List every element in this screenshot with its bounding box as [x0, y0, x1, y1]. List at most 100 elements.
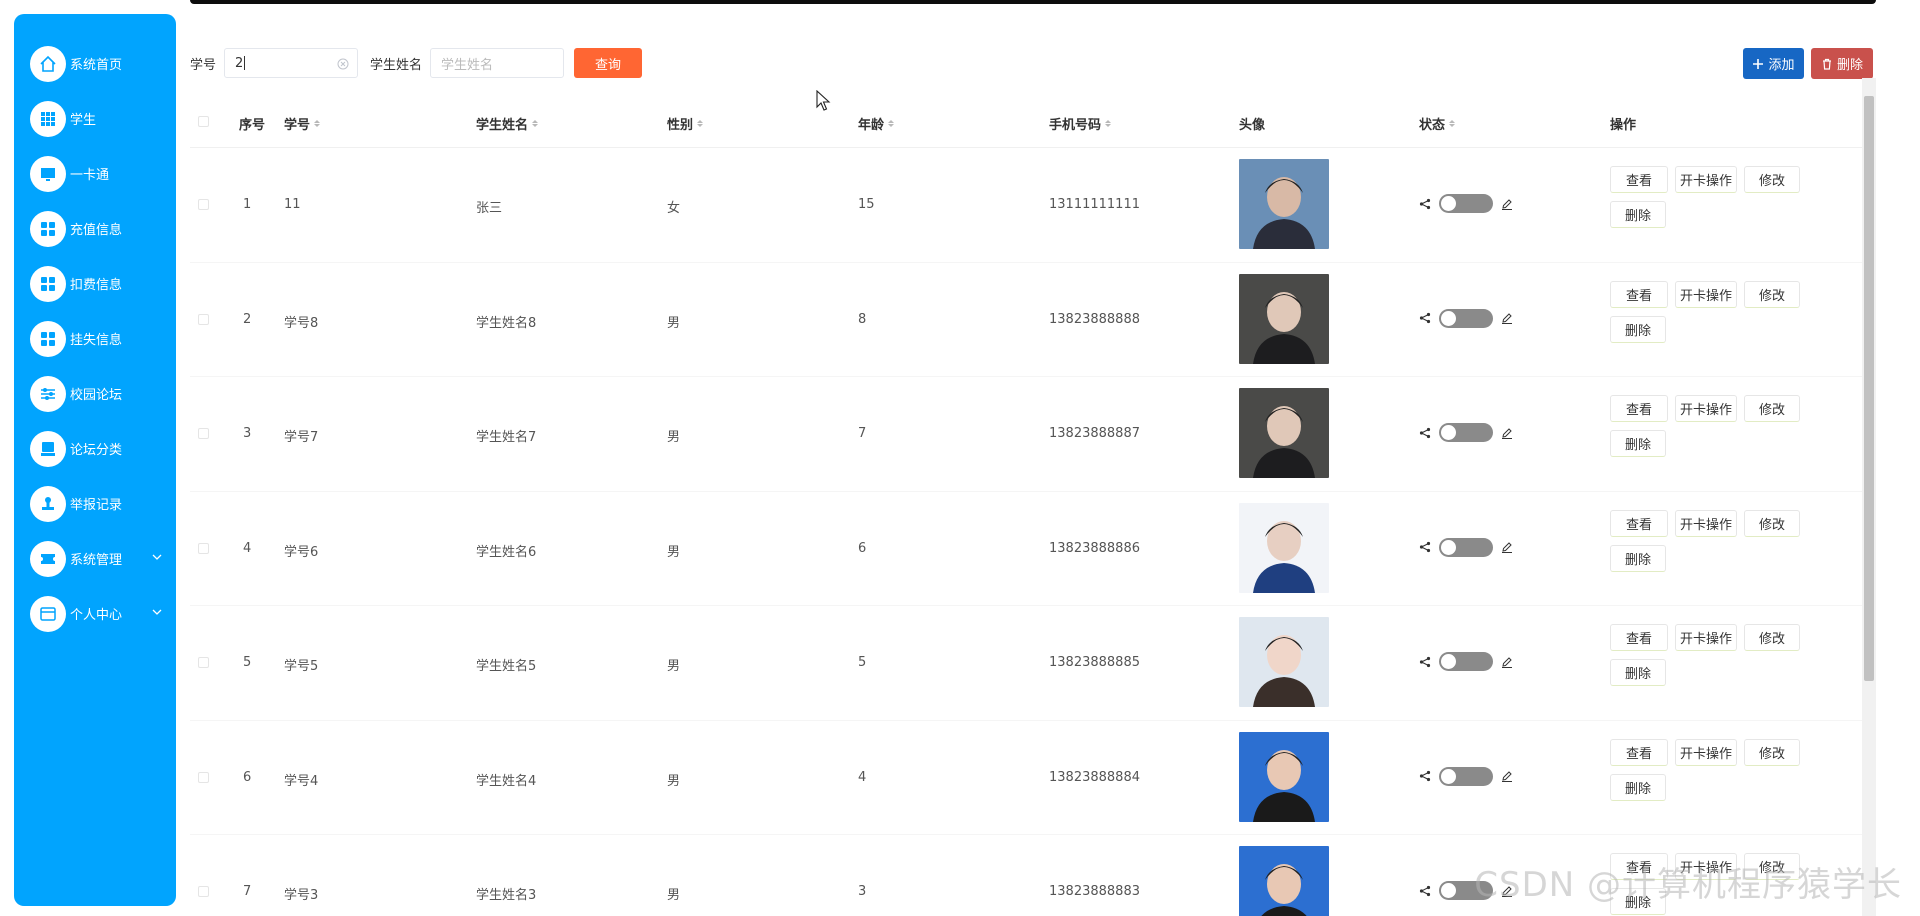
student-id-input[interactable]: 2	[224, 48, 359, 78]
status-toggle[interactable]	[1439, 766, 1493, 786]
cell-gender: 男	[667, 659, 681, 674]
view-button[interactable]: 查看	[1610, 509, 1668, 537]
screen-icon	[30, 430, 66, 467]
status-control	[1419, 308, 1513, 328]
cell-age: 8	[858, 311, 867, 327]
avatar[interactable]	[1239, 846, 1329, 916]
avatar[interactable]	[1239, 731, 1329, 822]
header-actions: 操作	[1610, 118, 1637, 133]
row-checkbox[interactable]	[198, 542, 209, 554]
sidebar-item-system[interactable]: 系统管理	[14, 531, 176, 586]
avatar[interactable]	[1239, 273, 1329, 364]
sidebar-item-label: 个人中心	[70, 608, 123, 623]
share-icon[interactable]	[1419, 198, 1431, 210]
row-checkbox[interactable]	[198, 313, 209, 325]
sidebar-item-label: 挂失信息	[70, 333, 123, 348]
student-name-input[interactable]: 学生姓名	[430, 48, 565, 78]
cell-phone: 13823888884	[1049, 769, 1140, 785]
edit-button[interactable]: 修改	[1744, 280, 1800, 308]
edit-icon[interactable]	[1501, 312, 1513, 324]
header-phone[interactable]: 手机号码	[1049, 114, 1112, 133]
batch-delete-button[interactable]: 删除	[1811, 48, 1873, 79]
edit-button[interactable]: 修改	[1744, 624, 1800, 651]
edit-icon[interactable]	[1501, 541, 1513, 553]
edit-button[interactable]: 修改	[1744, 395, 1800, 422]
status-toggle[interactable]	[1439, 308, 1493, 328]
edit-icon[interactable]	[1501, 656, 1513, 668]
row-checkbox[interactable]	[198, 657, 209, 668]
open-card-button[interactable]: 开卡操作	[1675, 624, 1737, 651]
delete-button[interactable]: 删除	[1610, 659, 1666, 686]
select-all-checkbox[interactable]	[198, 116, 209, 127]
share-icon[interactable]	[1419, 770, 1431, 782]
view-button[interactable]: 查看	[1610, 738, 1668, 766]
delete-button[interactable]: 删除	[1610, 430, 1666, 457]
header-status[interactable]: 状态	[1419, 114, 1456, 133]
open-card-button[interactable]: 开卡操作	[1675, 738, 1737, 766]
avatar[interactable]	[1239, 388, 1329, 478]
cell-student-id: 11	[284, 197, 301, 212]
delete-button[interactable]: 删除	[1610, 315, 1666, 343]
sidebar-item-loss-report[interactable]: 挂失信息	[14, 311, 176, 366]
table-row: 1 11 张三 女 15 13111111111 查看 开卡操作 修改 删除	[190, 148, 1874, 263]
cell-phone: 13823888888	[1049, 311, 1140, 327]
share-icon[interactable]	[1419, 312, 1431, 324]
sidebar-item-forum[interactable]: 校园论坛	[14, 366, 176, 421]
sidebar-item-profile[interactable]: 个人中心	[14, 586, 176, 641]
row-checkbox[interactable]	[198, 428, 209, 439]
sidebar-item-forum-category[interactable]: 论坛分类	[14, 421, 176, 476]
header-student-id[interactable]: 学号	[284, 114, 321, 133]
open-card-button[interactable]: 开卡操作	[1675, 395, 1737, 422]
edit-button[interactable]: 修改	[1744, 509, 1800, 537]
edit-icon[interactable]	[1501, 770, 1513, 782]
sidebar-item-report[interactable]: 举报记录	[14, 476, 176, 531]
view-button[interactable]: 查看	[1610, 395, 1668, 422]
delete-button-label: 删除	[1836, 58, 1863, 73]
header-age[interactable]: 年龄	[858, 114, 895, 133]
open-card-button[interactable]: 开卡操作	[1675, 166, 1737, 193]
share-icon[interactable]	[1419, 427, 1431, 439]
view-button[interactable]: 查看	[1610, 280, 1668, 308]
row-checkbox[interactable]	[198, 771, 209, 783]
clear-icon[interactable]	[337, 58, 349, 70]
open-card-button[interactable]: 开卡操作	[1675, 509, 1737, 537]
delete-button[interactable]: 删除	[1610, 544, 1666, 572]
header-gender[interactable]: 性别	[667, 114, 704, 133]
edit-button[interactable]: 修改	[1744, 166, 1800, 193]
add-button[interactable]: 添加	[1743, 48, 1804, 79]
open-card-button[interactable]: 开卡操作	[1675, 280, 1737, 308]
sidebar-item-recharge[interactable]: 充值信息	[14, 201, 176, 256]
sidebar-item-deduction[interactable]: 扣费信息	[14, 256, 176, 311]
edit-icon[interactable]	[1501, 427, 1513, 439]
mouse-cursor-icon	[816, 90, 831, 111]
row-checkbox[interactable]	[198, 886, 209, 897]
share-icon[interactable]	[1419, 656, 1431, 668]
status-toggle[interactable]	[1439, 423, 1493, 442]
sidebar-item-card[interactable]: 一卡通	[14, 146, 176, 201]
delete-button[interactable]: 删除	[1610, 201, 1666, 228]
view-button[interactable]: 查看	[1610, 166, 1668, 193]
cell-index: 5	[243, 655, 252, 670]
share-icon[interactable]	[1419, 885, 1431, 897]
scrollbar-thumb[interactable]	[1864, 96, 1874, 681]
sidebar-item-label: 一卡通	[70, 168, 110, 183]
status-toggle[interactable]	[1439, 537, 1493, 557]
avatar[interactable]	[1239, 502, 1329, 593]
row-checkbox[interactable]	[198, 199, 209, 210]
share-icon[interactable]	[1419, 541, 1431, 553]
avatar[interactable]	[1239, 617, 1329, 707]
edit-icon[interactable]	[1501, 198, 1513, 210]
sidebar-item-label: 论坛分类	[70, 443, 123, 458]
header-student-name[interactable]: 学生姓名	[476, 114, 539, 133]
table-row: 2 学号8 学生姓名8 男 8 13823888888 查看 开卡操作 修改 删…	[190, 263, 1874, 377]
view-button[interactable]: 查看	[1610, 624, 1668, 651]
sidebar-item-home[interactable]: 系统首页	[14, 36, 176, 91]
status-toggle[interactable]	[1439, 652, 1493, 671]
student-table: 序号 学号 学生姓名 性别 年龄 手机号码 头像 状态 操作 1 11 张三 女…	[190, 96, 1874, 916]
edit-button[interactable]: 修改	[1744, 738, 1800, 766]
avatar[interactable]	[1239, 159, 1329, 249]
status-toggle[interactable]	[1439, 194, 1493, 213]
delete-button[interactable]: 删除	[1610, 773, 1666, 801]
query-button[interactable]: 查询	[574, 48, 643, 78]
sidebar-item-student[interactable]: 学生	[14, 91, 176, 146]
